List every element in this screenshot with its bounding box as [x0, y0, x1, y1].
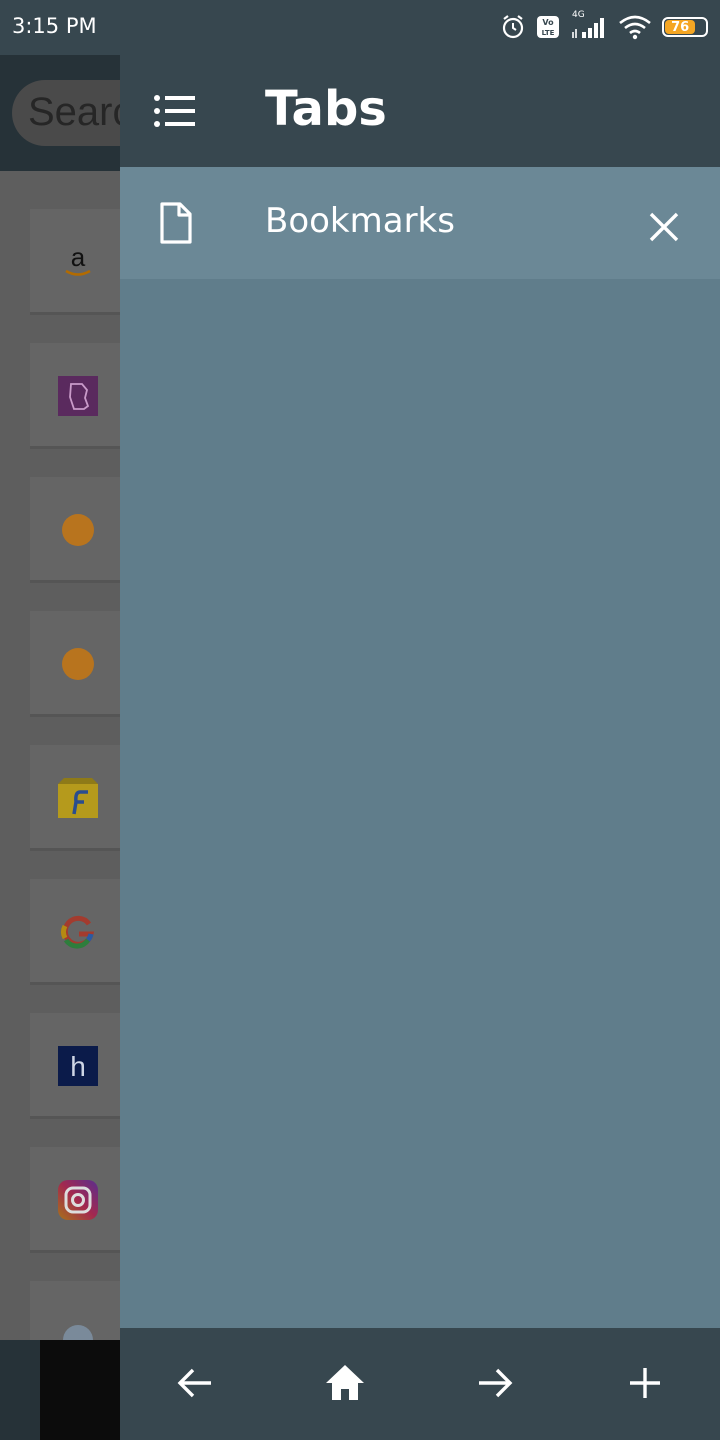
hotstar-icon: h	[58, 1046, 98, 1086]
shortcut-card-orange-1	[30, 477, 120, 583]
volte-icon: Vo LTE	[536, 15, 560, 39]
shortcut-card-globe	[30, 1281, 120, 1340]
wifi-icon	[618, 14, 652, 40]
orange-circle-icon	[58, 510, 98, 550]
signal-icon: 4G	[570, 10, 608, 40]
shortcut-card-amazon: a	[30, 209, 120, 315]
bewakoof-icon	[58, 376, 98, 416]
alarm-icon	[500, 14, 526, 40]
battery-icon: 76	[662, 17, 708, 37]
svg-text:a: a	[71, 242, 86, 272]
shortcut-card-flipkart	[30, 745, 120, 851]
svg-text:LTE: LTE	[542, 29, 555, 37]
forward-icon[interactable]	[470, 1358, 520, 1408]
battery-level: 76	[665, 19, 696, 35]
add-icon[interactable]	[620, 1358, 670, 1408]
tab-label: Bookmarks	[265, 201, 455, 241]
amazon-icon: a	[58, 242, 98, 282]
background-navbar	[0, 1340, 120, 1440]
status-icons: Vo LTE 4G 76	[500, 10, 708, 42]
drawer-toolbar	[120, 1328, 720, 1440]
tab-item-bookmarks[interactable]: Bookmarks	[120, 167, 720, 279]
page-icon	[158, 201, 194, 245]
menu-list-icon[interactable]	[152, 91, 198, 131]
svg-text:Vo: Vo	[542, 18, 554, 27]
orange-circle-icon	[58, 644, 98, 684]
drawer-header: Tabs	[120, 55, 720, 167]
close-icon[interactable]	[642, 205, 686, 249]
status-time: 3:15 PM	[12, 14, 97, 38]
svg-text:h: h	[70, 1051, 86, 1082]
shortcut-card-google	[30, 879, 120, 985]
flipkart-icon	[58, 778, 98, 818]
shortcut-card-hotstar: h	[30, 1013, 120, 1119]
background-app: Search a h	[0, 55, 212, 1440]
network-type: 4G	[572, 10, 585, 20]
back-icon[interactable]	[170, 1358, 220, 1408]
home-icon[interactable]	[320, 1358, 370, 1408]
shortcut-card-bewakoof	[30, 343, 120, 449]
battery-percent: 76	[671, 19, 690, 35]
background-header: Search	[0, 55, 212, 171]
google-icon	[58, 912, 98, 952]
globe-icon	[58, 1314, 98, 1340]
status-bar: 3:15 PM Vo LTE 4G 76	[0, 0, 720, 55]
shortcut-card-orange-2	[30, 611, 120, 717]
tabs-drawer: Tabs Bookmarks	[120, 55, 720, 1440]
drawer-title: Tabs	[265, 81, 387, 137]
instagram-icon	[58, 1180, 98, 1220]
background-shortcut-list: a h	[0, 171, 120, 1340]
shortcut-card-instagram	[30, 1147, 120, 1253]
